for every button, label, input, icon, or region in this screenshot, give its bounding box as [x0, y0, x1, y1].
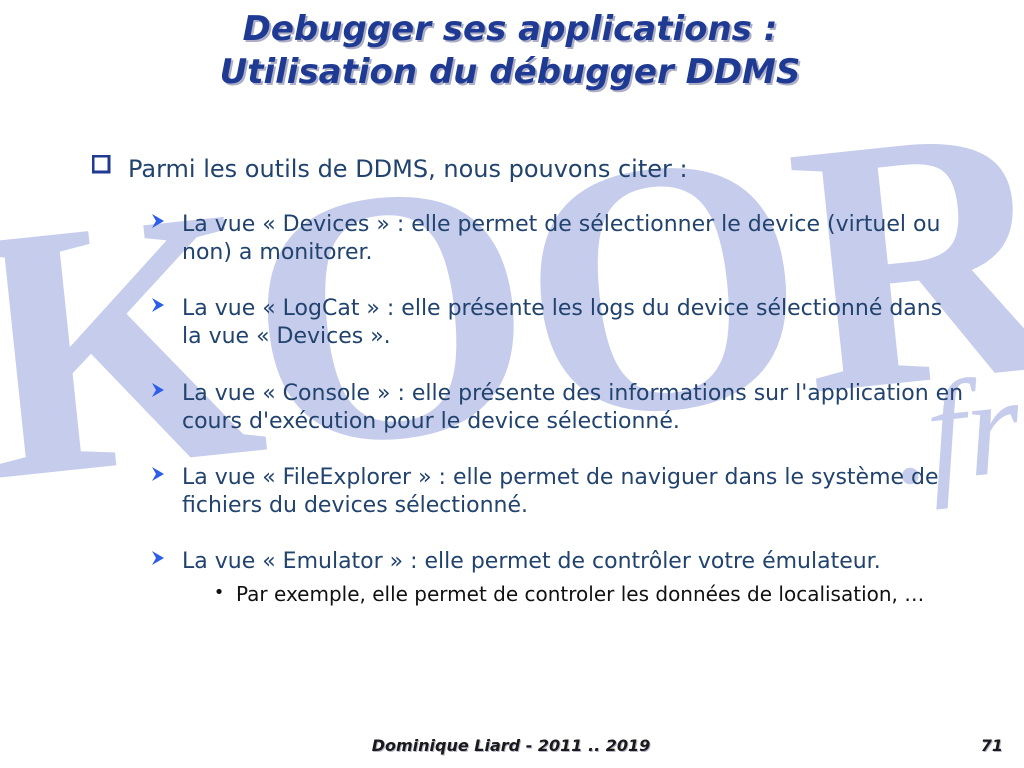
list-item-text-wrap: La vue « Emulator » : elle permet de con… [182, 548, 964, 608]
slide-footer: Dominique Liard - 2011 .. 2019 Dominique… [0, 728, 1024, 756]
page-number: 71 [981, 736, 1003, 755]
bullet-main: Parmi les outils de DDMS, nous pouvons c… [90, 155, 964, 183]
list-item: La vue « LogCat » : elle présente les lo… [150, 295, 964, 351]
chevron-right-icon [150, 297, 170, 351]
title-line-1: Debugger ses applications : [243, 9, 778, 49]
square-bullet-icon [90, 155, 114, 183]
chevron-right-icon [150, 550, 170, 608]
chevron-right-icon [150, 382, 170, 436]
list-item-text: La vue « Emulator » : elle permet de con… [182, 548, 964, 576]
slide: Debugger ses applications : Utilisation … [0, 0, 1024, 768]
chevron-right-icon [150, 466, 170, 520]
list-item: La vue « Console » : elle présente des i… [150, 380, 964, 436]
list-item: La vue « Devices » : elle permet de séle… [150, 211, 964, 267]
list-item-text: La vue « FileExplorer » : elle permet de… [182, 464, 964, 520]
list-item: La vue « Emulator » : elle permet de con… [150, 548, 964, 608]
title-line-2: Utilisation du débugger DDMS [220, 52, 801, 92]
list-item: La vue « FileExplorer » : elle permet de… [150, 464, 964, 520]
list-item-text: La vue « Devices » : elle permet de séle… [182, 211, 964, 267]
bullet-dot-icon: • [212, 584, 226, 608]
chevron-right-icon [150, 213, 170, 267]
sub-sub-item-text: Par exemple, elle permet de controler le… [236, 582, 924, 608]
footer-author: Dominique Liard - 2011 .. 2019 [0, 736, 1023, 755]
slide-body: Parmi les outils de DDMS, nous pouvons c… [90, 155, 964, 608]
slide-title: Debugger ses applications : Utilisation … [0, 10, 1024, 95]
sub-sub-item: • Par exemple, elle permet de controler … [212, 582, 964, 608]
list-item-text: La vue « LogCat » : elle présente les lo… [182, 295, 964, 351]
sub-bullet-list: La vue « Devices » : elle permet de séle… [150, 211, 964, 608]
list-item-text: La vue « Console » : elle présente des i… [182, 380, 964, 436]
bullet-main-text: Parmi les outils de DDMS, nous pouvons c… [128, 155, 688, 183]
